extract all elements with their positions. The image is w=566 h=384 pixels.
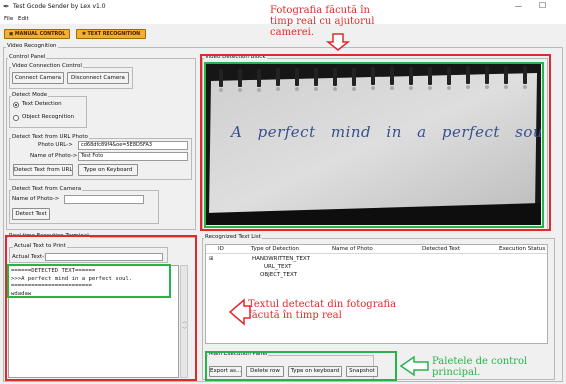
column-detected-text[interactable]: Detected Text [422, 246, 460, 253]
photo-url-label: Photo URL-> [38, 142, 73, 148]
camera-photo-name-input[interactable] [64, 195, 144, 204]
annotation-detected-caption: Textul detectat din fotografia făcută în… [248, 299, 397, 321]
window-title: Test Gcode Sender by Lex v1.0 [13, 3, 106, 10]
table-row[interactable]: ⊞ HANDWRITTEN_TEXT [206, 255, 547, 263]
annotation-camera-caption: Fotografia făcută în timp real cu ajutor… [270, 5, 375, 38]
detect-text-from-url-button[interactable]: Detect Text from URL [13, 164, 73, 176]
recognized-table[interactable]: ID Type of Detection Name of Photo Detec… [205, 244, 548, 344]
disconnect-camera-button[interactable]: Disconnect Camera [67, 72, 129, 84]
maximize-button[interactable]: ☐ [539, 2, 546, 10]
table-row[interactable]: OBJECT_TEXT [206, 271, 547, 279]
radio-text-detection[interactable] [13, 102, 19, 108]
type-on-keyboard-button[interactable]: Type on Keyboard [78, 164, 138, 176]
annotation-box-control-panel [205, 351, 397, 381]
detect-text-button[interactable]: Detect Text [12, 208, 50, 220]
row-type: URL_TEXT [264, 264, 292, 270]
video-recognition-title: Video Recognition [6, 43, 58, 50]
column-photo-name[interactable]: Name of Photo [332, 246, 373, 253]
annotation-control-caption: Paletele de control principal. [432, 356, 528, 378]
connect-camera-button[interactable]: Connect Camera [12, 72, 64, 84]
expand-icon[interactable]: ⊞ [209, 256, 213, 263]
table-header: ID Type of Detection Name of Photo Detec… [206, 245, 547, 254]
table-row[interactable]: URL_TEXT [206, 263, 547, 271]
video-connection-title: Video Connection Control [11, 63, 83, 70]
radio-text-detection-label: Text Detection [22, 101, 62, 107]
menu-edit[interactable]: Edit [18, 16, 29, 23]
detect-mode-title: Detect Mode [11, 92, 49, 99]
control-panel-title: Control Panel [8, 54, 47, 61]
annotation-box-terminal [5, 235, 197, 381]
menu-file[interactable]: File [4, 16, 13, 23]
row-type: OBJECT_TEXT [260, 272, 298, 278]
annotation-box-detected-text [7, 264, 171, 298]
row-type: HANDWRITTEN_TEXT [252, 256, 310, 262]
camera-photo-name-label: Name of Photo-> [12, 196, 60, 202]
camera-detect-title: Detect Text from Camera [11, 186, 83, 193]
app-feather-icon: ✒ [3, 2, 10, 11]
column-id[interactable]: ID [218, 246, 224, 253]
photo-url-input[interactable]: cd68dfc89f4&oe=5E8D5FA3 [78, 141, 188, 150]
recognized-list-title: Recognized Text List [204, 234, 262, 241]
tab-manual-control[interactable]: ▣ MANUAL CONTROL [4, 29, 70, 39]
url-photo-title: Detect Text from URL Photo [11, 134, 89, 141]
annotation-box-camera-feed [204, 62, 544, 228]
photo-name-label: Name of Photo-> [30, 153, 78, 159]
column-execution-status[interactable]: Execution Status [499, 246, 545, 253]
radio-object-recognition-label: Object Recognition [22, 114, 75, 120]
radio-object-recognition[interactable] [13, 115, 19, 121]
minimize-button[interactable]: — [515, 3, 522, 10]
tab-text-recognition[interactable]: ✱ TEXT RECOGNITION [76, 29, 146, 39]
column-type[interactable]: Type of Detection [251, 246, 299, 253]
photo-name-input[interactable]: Test Foto [78, 152, 188, 161]
